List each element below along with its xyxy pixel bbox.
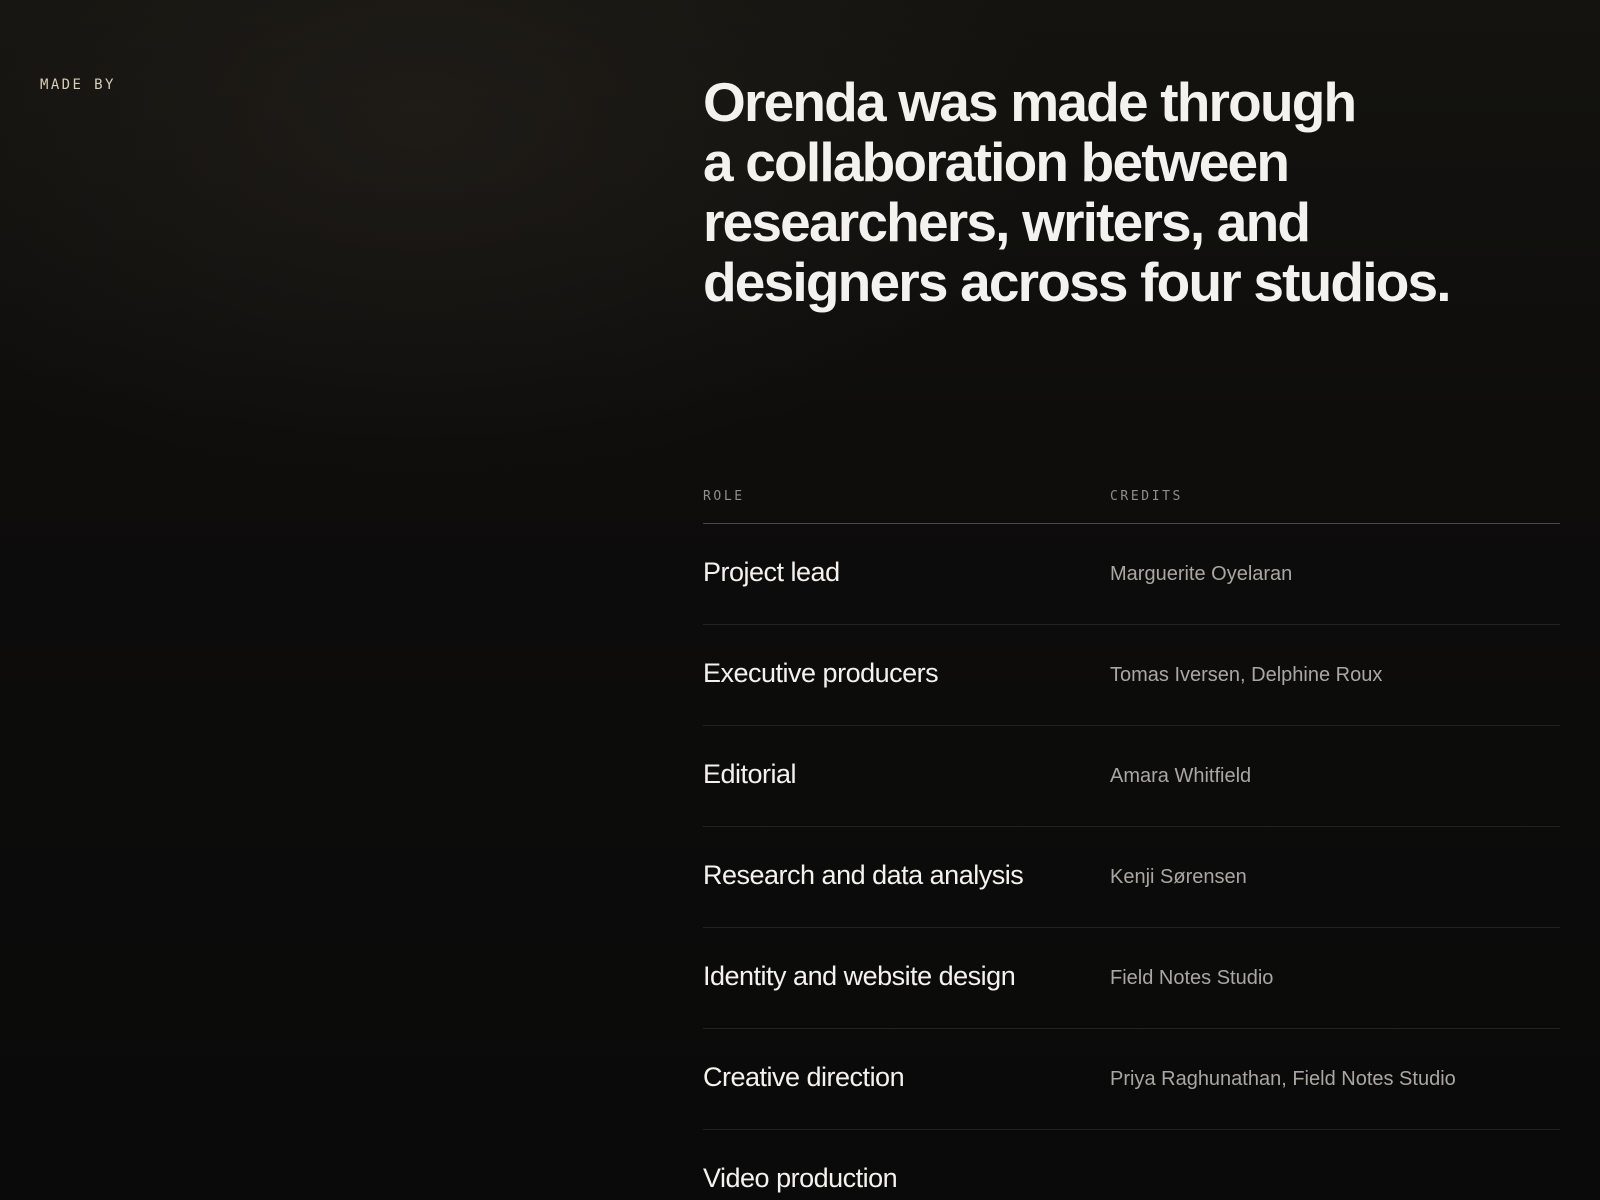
credits-table: ROLE CREDITS Project lead Marguerite Oye… xyxy=(703,476,1560,1200)
role-name: Executive producers xyxy=(703,657,939,688)
credit-names: Kenji Sørensen xyxy=(1110,865,1247,888)
headline-line: a collaboration between xyxy=(703,131,1290,193)
credits-row: Editorial Amara Whitfield xyxy=(703,726,1560,827)
role-name: Creative direction xyxy=(703,1061,905,1092)
credit-names: Field Notes Studio xyxy=(1110,966,1274,989)
credits-row: Identity and website design Field Notes … xyxy=(703,928,1560,1029)
credit-names: Amara Whitfield xyxy=(1110,764,1252,787)
credits-row: Creative direction Priya Raghunathan, Fi… xyxy=(703,1029,1560,1130)
headline-line: designers across four studios. xyxy=(703,251,1452,313)
credits-row: Project lead Marguerite Oyelaran xyxy=(703,524,1560,625)
role-name: Video production xyxy=(703,1162,898,1193)
credits-table-header: ROLE CREDITS xyxy=(703,476,1560,524)
role-name: Editorial xyxy=(703,758,797,789)
headline-line: researchers, writers, and xyxy=(703,191,1311,253)
credit-names: Tomas Iversen, Delphine Roux xyxy=(1110,663,1383,686)
role-column-header: ROLE xyxy=(703,489,745,504)
credits-column-header: CREDITS xyxy=(1110,489,1183,504)
credits-row: Video production xyxy=(703,1130,1560,1200)
section-headline: Orenda was made through a collaboration … xyxy=(703,72,1563,312)
credits-row: Executive producers Tomas Iversen, Delph… xyxy=(703,625,1560,726)
role-name: Research and data analysis xyxy=(703,859,1024,890)
headline-line: Orenda was made through xyxy=(703,71,1357,133)
credit-names: Marguerite Oyelaran xyxy=(1110,562,1293,585)
section-eyebrow: MADE BY xyxy=(40,77,116,93)
role-name: Project lead xyxy=(703,556,840,587)
role-name: Identity and website design xyxy=(703,960,1016,991)
credit-names: Priya Raghunathan, Field Notes Studio xyxy=(1110,1067,1456,1090)
credits-row: Research and data analysis Kenji Sørense… xyxy=(703,827,1560,928)
